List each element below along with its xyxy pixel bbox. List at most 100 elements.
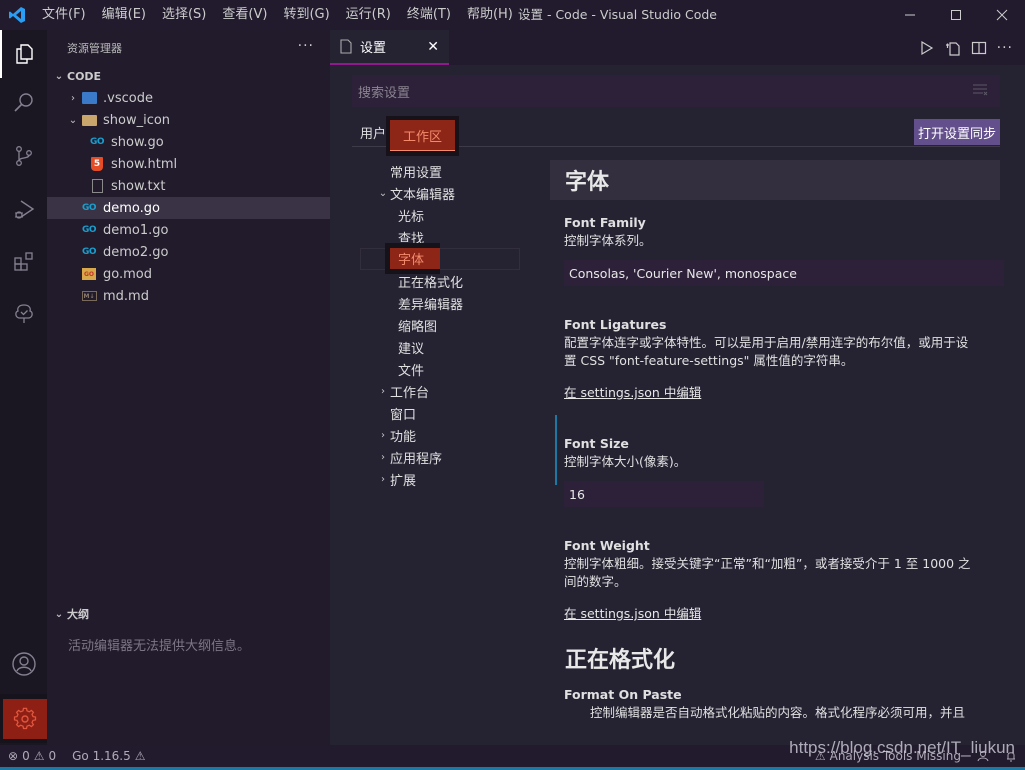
- tree-item-label: show.html: [111, 156, 178, 172]
- tree-item-show-html[interactable]: 5 show.html: [47, 153, 330, 175]
- toc-item-minimap[interactable]: 缩略图: [360, 314, 550, 336]
- menu-terminal[interactable]: 终端(T): [399, 0, 459, 30]
- close-window-button[interactable]: [979, 0, 1025, 30]
- menu-run[interactable]: 运行(R): [338, 0, 399, 30]
- more-actions-icon[interactable]: ···: [997, 40, 1013, 56]
- go-file-icon: GO: [81, 225, 97, 235]
- run-debug-icon: [14, 200, 34, 219]
- toc-item-workbench[interactable]: › 工作台: [360, 380, 550, 402]
- toc-item-font[interactable]: 字体: [385, 243, 440, 274]
- notifications-button[interactable]: [997, 750, 1025, 762]
- tree-item-vscode-folder[interactable]: › .vscode: [47, 87, 330, 109]
- testing-button[interactable]: [0, 290, 47, 338]
- setting-title: Font Size: [564, 436, 629, 451]
- warning-icon: ⚠: [134, 749, 146, 763]
- menu-edit[interactable]: 编辑(E): [94, 0, 154, 30]
- menu-go[interactable]: 转到(G): [275, 0, 337, 30]
- minimize-button[interactable]: [887, 0, 933, 30]
- toc-label: 扩展: [390, 473, 417, 489]
- workspace-section-header[interactable]: ⌄ CODE: [47, 65, 330, 87]
- toc-item-cursor[interactable]: 光标: [360, 204, 550, 226]
- problems-indicator[interactable]: ⊗ 0 ⚠ 0: [0, 749, 64, 763]
- tree-item-demo1-go[interactable]: GO demo1.go: [47, 219, 330, 241]
- tab-close-icon[interactable]: ✕: [427, 39, 439, 55]
- setting-font-family: Font Family 控制字体系列。 Consolas, 'Courier N…: [550, 200, 1004, 286]
- run-icon[interactable]: [919, 40, 935, 56]
- toc-item-common[interactable]: 常用设置: [360, 160, 550, 182]
- analysis-tools-text: Analysis Tools Missing: [829, 749, 961, 763]
- go-file-icon: GO: [89, 137, 105, 147]
- maximize-button[interactable]: [933, 0, 979, 30]
- split-editor-icon[interactable]: [971, 40, 987, 56]
- tree-item-demo2-go[interactable]: GO demo2.go: [47, 241, 330, 263]
- chevron-right-icon: ›: [71, 92, 75, 104]
- font-size-input[interactable]: 16: [564, 481, 764, 507]
- search-button[interactable]: [0, 78, 47, 126]
- toc-label: 文件: [398, 363, 425, 379]
- extensions-button[interactable]: [0, 238, 47, 286]
- go-mod-icon: GO: [81, 266, 97, 282]
- tab-settings[interactable]: 设置 ✕: [330, 30, 449, 65]
- title-bar: 文件(F) 编辑(E) 选择(S) 查看(V) 转到(G) 运行(R) 终端(T…: [0, 0, 1025, 30]
- chevron-down-icon: ⌄: [54, 70, 64, 82]
- manage-button[interactable]: [0, 694, 49, 743]
- folder-open-icon: [81, 112, 97, 128]
- outline-title: 大纲: [67, 608, 89, 621]
- open-settings-json-icon[interactable]: [945, 40, 961, 56]
- window-controls: [887, 0, 1025, 30]
- setting-description: 控制字体大小(像素)。: [564, 454, 687, 469]
- menu-file[interactable]: 文件(F): [34, 0, 94, 30]
- source-control-icon: [15, 146, 32, 166]
- analysis-tools-indicator[interactable]: ⚠ Analysis Tools Missing: [807, 749, 969, 763]
- menu-view[interactable]: 查看(V): [214, 0, 275, 30]
- source-control-button[interactable]: [0, 132, 47, 180]
- settings-list: 字体 Font Family 控制字体系列。 Consolas, 'Courie…: [550, 160, 1004, 722]
- toc-item-text-editor[interactable]: ⌄ 文本编辑器: [360, 182, 550, 204]
- tree-item-go-mod[interactable]: GO go.mod: [47, 263, 330, 285]
- tree-item-show-txt[interactable]: show.txt: [47, 175, 330, 197]
- run-debug-button[interactable]: [0, 186, 47, 234]
- toc-item-window[interactable]: 窗口: [360, 402, 550, 424]
- explorer-button[interactable]: [0, 30, 47, 78]
- tree-item-label: demo1.go: [103, 222, 169, 238]
- vscode-folder-icon: [81, 90, 97, 106]
- menu-selection[interactable]: 选择(S): [154, 0, 214, 30]
- tree-item-md-md[interactable]: M↓ md.md: [47, 285, 330, 307]
- clear-filter-icon[interactable]: [972, 84, 988, 96]
- person-icon: [977, 751, 989, 762]
- tree-item-show-go[interactable]: GO show.go: [47, 131, 330, 153]
- sidebar-title: 资源管理器: [67, 41, 122, 55]
- chevron-right-icon: ›: [381, 385, 385, 397]
- go-version-indicator[interactable]: Go 1.16.5 ⚠: [64, 749, 153, 763]
- manage-highlight: [2, 698, 47, 739]
- account-icon: [11, 652, 36, 676]
- edit-in-settings-json-link[interactable]: 在 settings.json 中编辑: [564, 382, 980, 401]
- toc-label: 正在格式化: [398, 275, 464, 291]
- warning-count: 0: [48, 749, 57, 763]
- accounts-status-button[interactable]: [969, 750, 997, 762]
- tree-item-demo-go[interactable]: GO demo.go: [47, 197, 330, 219]
- toc-item-extensions[interactable]: › 扩展: [360, 468, 550, 490]
- more-actions-icon[interactable]: ···: [298, 38, 314, 54]
- chevron-down-icon: ⌄: [378, 187, 388, 199]
- tab-user-scope[interactable]: 用户: [360, 123, 386, 142]
- account-button[interactable]: [0, 640, 47, 688]
- toc-selected-label: 字体: [390, 248, 440, 269]
- error-count: 0: [22, 749, 30, 763]
- toc-label: 文本编辑器: [390, 187, 456, 203]
- tree-item-show-icon-folder[interactable]: ⌄ show_icon: [47, 109, 330, 131]
- settings-search-input[interactable]: 搜索设置: [352, 75, 1000, 107]
- turn-on-settings-sync-button[interactable]: 打开设置同步: [914, 119, 1000, 145]
- setting-font-ligatures: Font Ligatures 配置字体连字或字体特性。可以是用于启用/禁用连字的…: [550, 286, 1000, 401]
- toc-item-diff-editor[interactable]: 差异编辑器: [360, 292, 550, 314]
- toc-item-suggestions[interactable]: 建议: [360, 336, 550, 358]
- font-family-input[interactable]: Consolas, 'Courier New', monospace: [564, 260, 1004, 286]
- outline-header[interactable]: ⌄ 大纲: [47, 603, 330, 625]
- toc-item-application[interactable]: › 应用程序: [360, 446, 550, 468]
- outline-panel: ⌄ 大纲 活动编辑器无法提供大纲信息。: [47, 603, 330, 654]
- edit-in-settings-json-link[interactable]: 在 settings.json 中编辑: [564, 603, 980, 622]
- menu-help[interactable]: 帮助(H): [459, 0, 521, 30]
- toc-item-features[interactable]: › 功能: [360, 424, 550, 446]
- toc-item-files[interactable]: 文件: [360, 358, 550, 380]
- tab-workspace-scope[interactable]: 工作区: [386, 116, 459, 156]
